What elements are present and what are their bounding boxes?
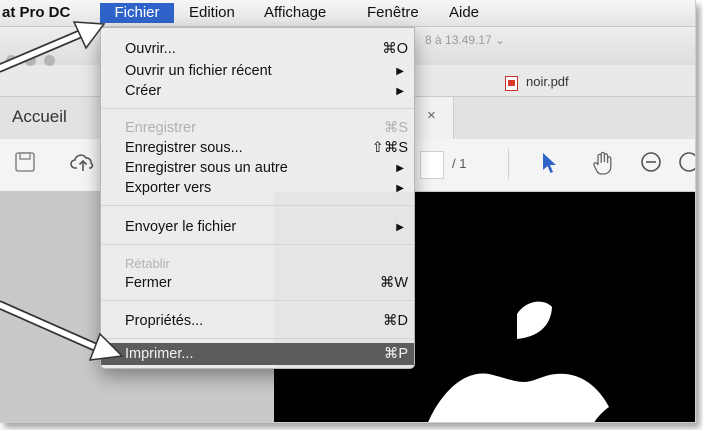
arrow-to-fichier-menu xyxy=(0,21,106,73)
annotation-arrows xyxy=(0,21,124,361)
arrow-to-imprimer xyxy=(0,300,124,361)
